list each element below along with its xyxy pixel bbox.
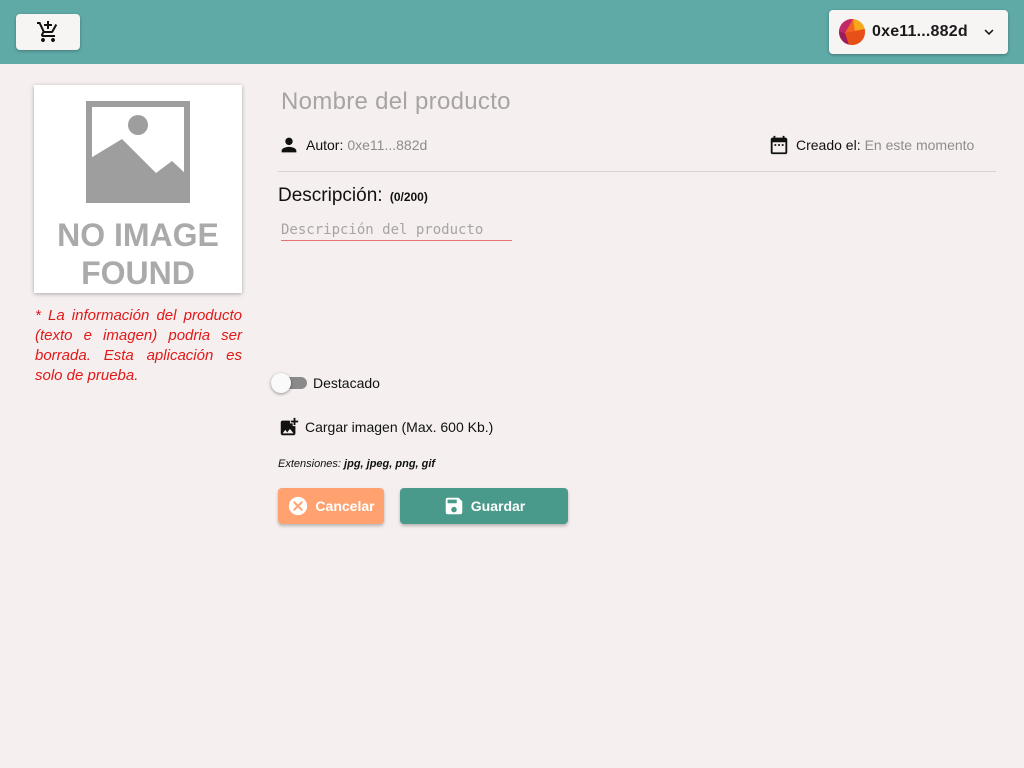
account-avatar (839, 19, 865, 45)
divider (278, 171, 996, 172)
cancel-circle-icon (289, 496, 308, 516)
top-app-bar: 0xe11...882d (0, 0, 1024, 64)
created-row: Creado el: En este momento (768, 134, 974, 156)
author-row: Autor: 0xe11...882d (278, 134, 427, 156)
author-value: 0xe11...882d (347, 137, 428, 153)
save-button-label: Guardar (470, 498, 526, 514)
extensions-label: Extensiones: (278, 458, 341, 470)
image-placeholder-icon (86, 101, 190, 203)
created-value: En este momento (864, 137, 975, 153)
test-app-warning: * La información del producto (texto e i… (35, 307, 242, 384)
person-icon (281, 137, 297, 153)
description-title: Descripción: (278, 185, 383, 206)
account-address: 0xe11...882d (872, 23, 968, 40)
cancel-button-label: Cancelar (315, 498, 375, 514)
created-label: Creado el: (796, 137, 861, 153)
save-button[interactable]: Guardar (400, 488, 568, 524)
add-shopping-cart-icon (37, 21, 58, 42)
chevron-down-icon (984, 29, 994, 35)
product-image-placeholder: NO IMAGE FOUND (34, 85, 242, 293)
no-image-text-line1: NO IMAGE (57, 217, 219, 253)
author-label: Autor: (306, 137, 344, 153)
calendar-icon (770, 135, 788, 155)
description-heading: Descripción: (0/200) (278, 185, 428, 207)
description-input[interactable] (281, 219, 512, 241)
toggle-thumb (271, 373, 291, 393)
save-icon (445, 497, 463, 515)
no-image-text-line2: FOUND (81, 255, 195, 291)
upload-image-button[interactable]: Cargar imagen (Max. 600 Kb.) (278, 416, 493, 438)
description-char-count: (0/200) (389, 190, 428, 204)
account-menu-button[interactable]: 0xe11...882d (829, 10, 1008, 54)
featured-toggle[interactable] (271, 373, 307, 393)
add-photo-icon (280, 417, 299, 436)
upload-image-label: Cargar imagen (Max. 600 Kb.) (305, 419, 494, 435)
cancel-button[interactable]: Cancelar (278, 488, 384, 524)
product-name-field[interactable]: Nombre del producto (281, 88, 511, 116)
add-to-cart-button[interactable] (16, 14, 80, 50)
featured-label: Destacado (313, 375, 380, 391)
extensions-value: jpg, jpeg, png, gif (344, 458, 436, 470)
extensions-info: Extensiones: jpg, jpeg, png, gif (278, 458, 435, 470)
